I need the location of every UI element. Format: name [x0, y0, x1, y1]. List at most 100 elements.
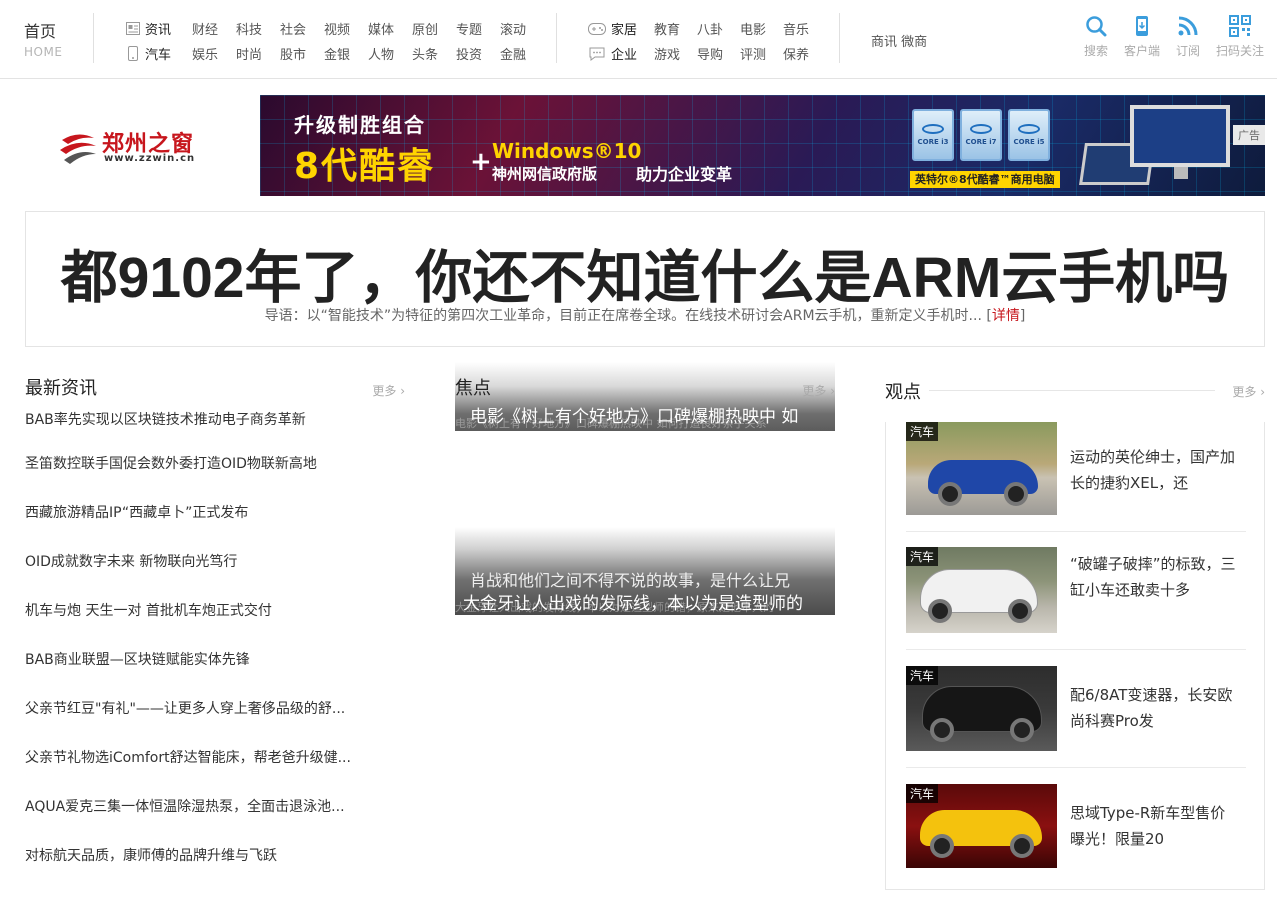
opinion-divider	[885, 390, 1215, 391]
nav-link-gundong[interactable]: 滚动	[500, 19, 544, 38]
nav-link-jiaoyu[interactable]: 教育	[654, 19, 697, 38]
nav-divider	[839, 13, 840, 63]
latest-news-header: 最新资讯 更多 ›	[25, 374, 405, 400]
nav-link-yuanchuang[interactable]: 原创	[412, 19, 456, 38]
banner-chip-badges: CORE i3 CORE i7 CORE i5	[912, 109, 1050, 161]
nav-link-qiche[interactable]: 汽车	[145, 44, 192, 63]
item-divider	[906, 767, 1246, 768]
news-item[interactable]: 父亲节红豆"有礼"——让更多人穿上奢侈品级的舒...	[25, 698, 405, 747]
nav-row-1: 资讯 财经 科技 社会 视频 媒体 原创 专题 滚动	[126, 16, 544, 41]
opinion-item-title: 配6/8AT变速器，长安欧尚科赛Pro发	[1070, 686, 1233, 730]
focus-card-caption: 电影《树上有个好地方》口碑爆棚热映中 如何打造良好亲子关系	[455, 417, 767, 430]
nav-link-pingce[interactable]: 评测	[740, 44, 783, 63]
nav-link-qiye[interactable]: 企业	[611, 44, 654, 63]
nav-row-1: 家居 教育 八卦 电影 音乐	[588, 16, 826, 41]
lead-bracket-close: ]	[1019, 308, 1026, 324]
nav-link-jinrong[interactable]: 金融	[500, 44, 544, 63]
news-item[interactable]: BAB率先实现以区块链技术推动电子商务革新	[25, 409, 405, 453]
subscribe-button[interactable]: 订阅	[1176, 15, 1200, 59]
opinion-item-title: 运动的英伦绅士，国产加长的捷豹XEL，还	[1070, 448, 1236, 492]
nav-link-jiaju[interactable]: 家居	[611, 19, 654, 38]
nav-link-meiti[interactable]: 媒体	[368, 19, 412, 38]
nav-link-zhuanti[interactable]: 专题	[456, 19, 500, 38]
nav-link-keji[interactable]: 科技	[236, 19, 280, 38]
news-item[interactable]: 父亲节礼物选iComfort舒达智能床，帮老爸升级健...	[25, 747, 405, 796]
search-icon	[1086, 16, 1107, 37]
logo-url: www.zzwin.cn	[104, 153, 196, 164]
headline-box: 都9102年了，你还不知道什么是ARM云手机吗 导语：以“智能技术”为特征的第四…	[25, 211, 1265, 347]
category-tag: 汽车	[906, 666, 939, 685]
chat-icon	[588, 47, 606, 61]
mobile-client-icon	[1136, 16, 1148, 36]
nav-link-gushi[interactable]: 股市	[280, 44, 324, 63]
latest-news-section: 最新资讯 更多 › BAB率先实现以区块链技术推动电子商务革新 圣笛数控联手国促…	[25, 374, 405, 894]
focus-card-title: 肖战和他们之间不得不说的故事，是什么让兄	[470, 571, 791, 590]
nav-link-touzi[interactable]: 投资	[456, 44, 500, 63]
nav-group-life: 家居 教育 八卦 电影 音乐 企业 游戏 导购 评测 保养	[588, 16, 826, 66]
nav-link-renwu[interactable]: 人物	[368, 44, 412, 63]
headline-title[interactable]: 都9102年了，你还不知道什么是ARM云手机吗	[26, 232, 1264, 314]
nav-link-baoyang[interactable]: 保养	[783, 44, 826, 63]
news-item[interactable]: 圣笛数控联手国促会数外委打造OID物联新高地	[25, 453, 405, 502]
news-item[interactable]: 对标航天品质，康师傅的品牌升维与飞跃	[25, 845, 405, 894]
search-label: 搜索	[1084, 44, 1109, 58]
search-button[interactable]: 搜索	[1084, 15, 1108, 59]
latest-news-list: BAB率先实现以区块链技术推动电子商务革新 圣笛数控联手国促会数外委打造OID物…	[25, 409, 405, 894]
nav-link-daogou[interactable]: 导购	[697, 44, 740, 63]
opinion-more-link[interactable]: 更多 ›	[1232, 383, 1265, 400]
opinion-item-title: “破罐子破摔”的标致，三缸小车还敢卖十多	[1070, 555, 1236, 599]
nav-link-shishang[interactable]: 时尚	[236, 44, 280, 63]
gamepad-icon	[588, 22, 606, 36]
opinion-section: 观点 更多 › 汽车 运动的英伦绅士，国产加长的捷豹XEL，还 汽车 “破罐子破…	[885, 376, 1265, 890]
lead-detail-link[interactable]: 详情	[992, 308, 1020, 324]
nav-link-toutiao[interactable]: 头条	[412, 44, 456, 63]
banner-ad[interactable]: 升级制胜组合 8代酷睿 + Windows®10 神州网信政府版 助力企业变革 …	[260, 95, 1265, 196]
nav-group-news: 资讯 财经 科技 社会 视频 媒体 原创 专题 滚动 汽车 娱乐 时尚 股市 金…	[126, 16, 544, 66]
nav-link-yule[interactable]: 娱乐	[192, 44, 236, 63]
site-logo[interactable]: 郑州之窗 www.zzwin.cn	[58, 124, 208, 170]
client-app-button[interactable]: 客户端	[1124, 15, 1160, 59]
headline-lead: 导语：以“智能技术”为特征的第四次工业革命，目前正在席卷全球。在线技术研讨会AR…	[26, 305, 1264, 325]
nav-row-2: 汽车 娱乐 时尚 股市 金银 人物 头条 投资 金融	[126, 41, 544, 66]
nav-link-shipin[interactable]: 视频	[324, 19, 368, 38]
nav-link-jinyin[interactable]: 金银	[324, 44, 368, 63]
news-item[interactable]: OID成就数字未来 新物联向光笃行	[25, 551, 405, 600]
top-navigation: 首页 HOME 资讯 财经 科技 社会 视频 媒体 原创 专题 滚动 汽车 娱乐…	[0, 0, 1277, 79]
category-tag: 汽车	[906, 422, 939, 441]
nav-row-2: 企业 游戏 导购 评测 保养	[588, 41, 826, 66]
intel-badge: CORE i5	[1008, 109, 1050, 161]
banner-slogan: 助力企业变革	[636, 165, 733, 184]
news-icon	[126, 22, 140, 36]
nav-link-zixun[interactable]: 资讯	[145, 19, 192, 38]
nav-text-links[interactable]: 商讯 微商	[871, 31, 927, 50]
qr-follow-button[interactable]: 扫码关注	[1216, 15, 1264, 59]
rss-icon	[1178, 16, 1198, 36]
nav-link-yinyue[interactable]: 音乐	[783, 19, 826, 38]
nav-divider	[93, 13, 94, 63]
client-app-label: 客户端	[1124, 44, 1161, 58]
nav-divider	[556, 13, 557, 63]
opinion-header: 观点 更多 ›	[885, 376, 1265, 404]
focus-card[interactable]: 焦点 更多 › 电影《树上有个好地方》口碑爆棚热映中 如 电影《树上有个好地方》…	[455, 362, 835, 431]
nav-link-caijing[interactable]: 财经	[192, 19, 236, 38]
focus-card[interactable]: 肖战和他们之间不得不说的故事，是什么让兄 大金牙让人出戏的发际线，本以为是造型师…	[455, 527, 835, 615]
item-divider	[906, 649, 1246, 650]
news-item[interactable]: BAB商业联盟—区块链赋能实体先锋	[25, 649, 405, 698]
opinion-item-title: 思域Type-R新车型售价曝光！限量20	[1070, 804, 1226, 848]
nav-link-shehui[interactable]: 社会	[280, 19, 324, 38]
nav-link-dianying[interactable]: 电影	[740, 19, 783, 38]
focus-more-link[interactable]: 更多 ›	[802, 382, 835, 399]
category-tag: 汽车	[906, 784, 939, 803]
lead-text: 导语：以“智能技术”为特征的第四次工业革命，目前正在席卷全球。在线技术研讨会AR…	[264, 308, 982, 324]
news-item[interactable]: AQUA爱克三集一体恒温除湿热泵，全面击退泳池...	[25, 796, 405, 845]
latest-news-more-link[interactable]: 更多 ›	[372, 382, 405, 399]
news-item[interactable]: 西藏旅游精品IP“西藏卓卜”正式发布	[25, 502, 405, 551]
phone-icon	[126, 46, 140, 61]
nav-link-bagua[interactable]: 八卦	[697, 19, 740, 38]
nav-link-youxi[interactable]: 游戏	[654, 44, 697, 63]
qr-follow-label: 扫码关注	[1216, 44, 1265, 58]
ad-label: 广告	[1233, 125, 1265, 145]
banner-tagline: 英特尔®8代酷睿™商用电脑	[910, 171, 1060, 188]
home-link[interactable]: 首页 HOME	[24, 18, 62, 59]
news-item[interactable]: 机车与炮 天生一对 首批机车炮正式交付	[25, 600, 405, 649]
